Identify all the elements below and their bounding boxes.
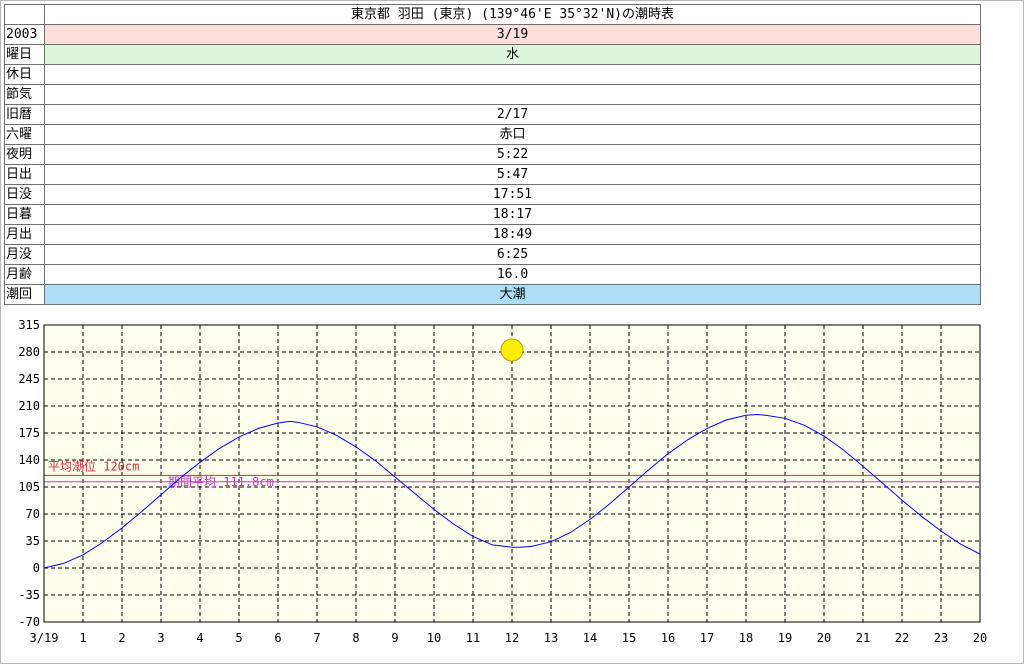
weekday-value: 水 bbox=[44, 44, 981, 65]
x-tick-label: 18 bbox=[739, 631, 753, 645]
date-value: 3/19 bbox=[44, 24, 981, 45]
title-label-cell bbox=[4, 4, 45, 25]
row-tide-type: 潮回 大潮 bbox=[4, 284, 981, 305]
moonset-label: 月没 bbox=[4, 244, 45, 265]
y-tick-label: 280 bbox=[18, 345, 40, 359]
moonrise-label: 月出 bbox=[4, 224, 45, 245]
holiday-label: 休日 bbox=[4, 64, 45, 85]
x-tick-label: 5 bbox=[235, 631, 242, 645]
y-tick-label: -70 bbox=[18, 615, 40, 629]
row-solar-term: 節気 bbox=[4, 84, 981, 105]
row-moonrise: 月出 18:49 bbox=[4, 224, 981, 245]
dusk-value: 18:17 bbox=[44, 204, 981, 225]
dusk-label: 日暮 bbox=[4, 204, 45, 225]
x-tick-label: 3 bbox=[157, 631, 164, 645]
moon-age-value: 16.0 bbox=[44, 264, 981, 285]
x-tick-label: 22 bbox=[895, 631, 909, 645]
x-tick-label: 13 bbox=[544, 631, 558, 645]
sunrise-value: 5:47 bbox=[44, 164, 981, 185]
x-tick-label: 2 bbox=[118, 631, 125, 645]
y-tick-label: 35 bbox=[26, 534, 40, 548]
y-tick-label: -35 bbox=[18, 588, 40, 602]
annotations bbox=[500, 338, 524, 362]
y-tick-label: 140 bbox=[18, 453, 40, 467]
reference-line-label: 期間平均 111.8cm bbox=[168, 475, 274, 489]
x-tick-label: 10 bbox=[427, 631, 441, 645]
x-tick-label: 16 bbox=[661, 631, 675, 645]
tide-type-value: 大潮 bbox=[44, 284, 981, 305]
rokuyo-label: 六曜 bbox=[4, 124, 45, 145]
y-tick-label: 0 bbox=[33, 561, 40, 575]
row-rokuyo: 六曜 赤口 bbox=[4, 124, 981, 145]
y-tick-label: 105 bbox=[18, 480, 40, 494]
y-tick-label: 315 bbox=[18, 320, 40, 332]
x-tick-label: 12 bbox=[505, 631, 519, 645]
row-weekday: 曜日 水 bbox=[4, 44, 981, 65]
x-tick-label: 9 bbox=[391, 631, 398, 645]
x-axis-ticks: 3/19 1 2 3 4 5 6 7 8 9 10 11 12 13 14 15 16 17 18 19 20 21 22 2… bbox=[30, 631, 988, 645]
sunset-value: 17:51 bbox=[44, 184, 981, 205]
x-tick-label: 11 bbox=[466, 631, 480, 645]
dawn-label: 夜明 bbox=[4, 144, 45, 165]
x-tick-label: 21 bbox=[856, 631, 870, 645]
sunset-label: 日没 bbox=[4, 184, 45, 205]
sun-icon bbox=[500, 338, 524, 362]
tide-info-table: 東京都 羽田 (東京) (139°46'E 35°32'N)の潮時表 2003 … bbox=[4, 4, 981, 305]
y-tick-label: 245 bbox=[18, 372, 40, 386]
y-tick-label: 175 bbox=[18, 426, 40, 440]
moonrise-value: 18:49 bbox=[44, 224, 981, 245]
holiday-value bbox=[44, 64, 981, 85]
sunrise-label: 日出 bbox=[4, 164, 45, 185]
x-tick-label: 19 bbox=[778, 631, 792, 645]
x-tick-label: 6 bbox=[274, 631, 281, 645]
x-tick-label: 7 bbox=[313, 631, 320, 645]
x-tick-label: 20 bbox=[817, 631, 831, 645]
x-tick-label: 23 bbox=[934, 631, 948, 645]
moon-age-label: 月齢 bbox=[4, 264, 45, 285]
tide-type-label: 潮回 bbox=[4, 284, 45, 305]
title-row: 東京都 羽田 (東京) (139°46'E 35°32'N)の潮時表 bbox=[4, 4, 981, 25]
rokuyo-value: 赤口 bbox=[44, 124, 981, 145]
x-tick-label: 20 bbox=[973, 631, 987, 645]
table-title: 東京都 羽田 (東京) (139°46'E 35°32'N)の潮時表 bbox=[44, 4, 981, 25]
x-tick-label: 3/19 bbox=[30, 631, 59, 645]
lunar-date-value: 2/17 bbox=[44, 104, 981, 125]
row-lunar-date: 旧暦 2/17 bbox=[4, 104, 981, 125]
year-label: 2003 bbox=[4, 24, 45, 45]
row-year: 2003 3/19 bbox=[4, 24, 981, 45]
x-tick-label: 4 bbox=[196, 631, 203, 645]
y-tick-label: 210 bbox=[18, 399, 40, 413]
row-sunset: 日没 17:51 bbox=[4, 184, 981, 205]
solar-term-label: 節気 bbox=[4, 84, 45, 105]
x-tick-label: 14 bbox=[583, 631, 597, 645]
dawn-value: 5:22 bbox=[44, 144, 981, 165]
x-tick-label: 8 bbox=[352, 631, 359, 645]
solar-term-value bbox=[44, 84, 981, 105]
x-tick-label: 15 bbox=[622, 631, 636, 645]
tide-chart: 31528024521017514010570350-35-70 3/19 1 2 3… bbox=[18, 320, 988, 645]
weekday-label: 曜日 bbox=[4, 44, 45, 65]
lunar-date-label: 旧暦 bbox=[4, 104, 45, 125]
row-dawn: 夜明 5:22 bbox=[4, 144, 981, 165]
row-moonset: 月没 6:25 bbox=[4, 244, 981, 265]
row-holiday: 休日 bbox=[4, 64, 981, 85]
reference-line-label: 平均潮位 120cm bbox=[48, 458, 139, 473]
y-tick-label: 70 bbox=[26, 507, 40, 521]
row-moon-age: 月齢 16.0 bbox=[4, 264, 981, 285]
x-tick-label: 1 bbox=[79, 631, 86, 645]
y-axis-ticks: 315 280 245 210 175 140 105 70 35 0 -35 -70 bbox=[18, 320, 40, 629]
row-dusk: 日暮 18:17 bbox=[4, 204, 981, 225]
row-sunrise: 日出 5:47 bbox=[4, 164, 981, 185]
x-tick-label: 17 bbox=[700, 631, 714, 645]
moonset-value: 6:25 bbox=[44, 244, 981, 265]
